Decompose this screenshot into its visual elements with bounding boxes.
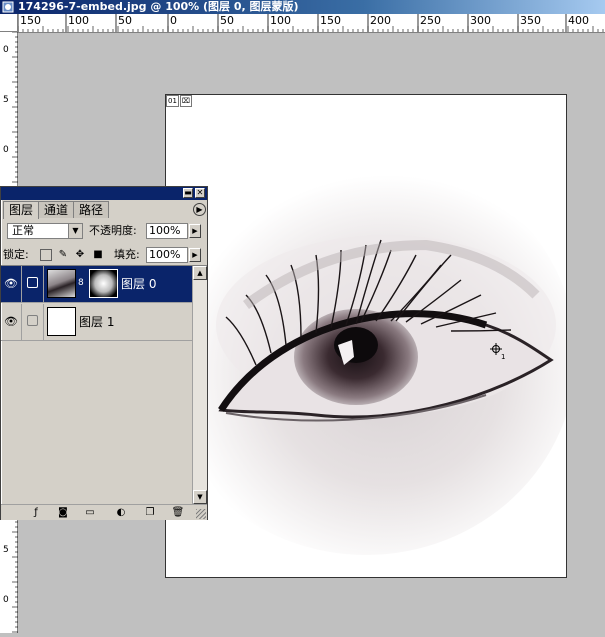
- layer-link-box[interactable]: [22, 266, 44, 302]
- close-panel-button[interactable]: ✕: [195, 188, 205, 198]
- scroll-up-button[interactable]: ▲: [193, 266, 207, 280]
- window-title: 174296-7-embed.jpg @ 100% (图层 0, 图层蒙版): [18, 0, 299, 13]
- sampler-crosshair-icon[interactable]: 1: [490, 343, 506, 363]
- photoshop-doc-icon: [2, 1, 14, 13]
- layers-panel[interactable]: ▬ ✕ 图层 通道 路径 ▶ 正常 ▼ 不透明度: 100% ▶ 锁定: ✎ ✥…: [0, 186, 208, 520]
- resize-grip[interactable]: [196, 509, 206, 519]
- ruler-label: 100: [270, 14, 291, 27]
- ruler-label: 50: [220, 14, 234, 27]
- window-titlebar[interactable]: 174296-7-embed.jpg @ 100% (图层 0, 图层蒙版): [0, 0, 605, 14]
- lock-label: 锁定:: [3, 248, 29, 261]
- badge-number: 01: [166, 95, 179, 107]
- layer-name[interactable]: 图层 0: [121, 266, 156, 302]
- horizontal-ruler[interactable]: 150 100 50 0 50 100 150 200 250 300 350 400: [17, 14, 605, 33]
- ruler-label: 400: [568, 14, 589, 27]
- fill-input[interactable]: 100%: [146, 247, 188, 263]
- ruler-label: 150: [20, 14, 41, 27]
- svg-text:1: 1: [501, 353, 505, 361]
- ruler-label: 5: [3, 545, 9, 555]
- lock-transparency-icon[interactable]: [40, 249, 52, 261]
- fill-label: 填充:: [114, 248, 140, 261]
- panel-tabs: 图层 通道 路径: [3, 201, 110, 219]
- badge-icon: ⌧: [179, 95, 192, 107]
- chain-link-icon[interactable]: 8: [78, 278, 84, 288]
- opacity-input[interactable]: 100%: [146, 223, 188, 239]
- chevron-down-icon[interactable]: ▼: [68, 224, 82, 238]
- scroll-down-button[interactable]: ▼: [193, 490, 207, 504]
- blend-row: 正常 ▼ 不透明度: 100% ▶: [3, 223, 205, 241]
- minimize-panel-button[interactable]: ▬: [183, 188, 193, 198]
- folder-icon[interactable]: ▭: [83, 506, 97, 519]
- adjustment-icon[interactable]: ◐: [114, 506, 128, 519]
- layer-thumbnail[interactable]: [47, 307, 76, 336]
- document-canvas[interactable]: 01 ⌧: [165, 94, 567, 578]
- eye-visibility-icon[interactable]: 👁: [1, 266, 22, 302]
- ruler-label: 0: [170, 14, 177, 27]
- panel-footer: ƒ ◙ ▭ ◐ ❐ 🗑: [1, 504, 207, 520]
- layer-row-1[interactable]: 👁 图层 1: [1, 304, 192, 341]
- ruler-origin[interactable]: [0, 14, 18, 32]
- layer-link-box[interactable]: [22, 304, 44, 340]
- eye-image: [166, 155, 566, 555]
- mask-icon[interactable]: ◙: [56, 506, 70, 519]
- fill-slider-button[interactable]: ▶: [189, 248, 201, 262]
- ruler-label: 100: [68, 14, 89, 27]
- tab-layers[interactable]: 图层: [3, 201, 40, 219]
- tab-paths[interactable]: 路径: [73, 201, 110, 218]
- layer-comp-badge: 01 ⌧: [166, 95, 192, 107]
- ruler-label: 350: [520, 14, 541, 27]
- trash-icon[interactable]: 🗑: [171, 506, 185, 519]
- layers-scrollbar[interactable]: ▲ ▼: [192, 266, 207, 504]
- horizontal-ruler-ticks: 150 100 50 0 50 100 150 200 250 300 350 400: [17, 14, 604, 32]
- ruler-label: 0: [3, 595, 9, 605]
- opacity-label: 不透明度:: [89, 224, 137, 237]
- lock-move-icon[interactable]: ✥: [74, 249, 86, 261]
- eye-visibility-icon[interactable]: 👁: [1, 304, 22, 340]
- ruler-label: 50: [118, 14, 132, 27]
- layer-row-0[interactable]: 👁 8 图层 0: [1, 266, 192, 303]
- opacity-slider-button[interactable]: ▶: [189, 224, 201, 238]
- layer-thumbnail[interactable]: [47, 269, 76, 298]
- panel-titlebar[interactable]: ▬ ✕: [1, 187, 207, 200]
- tab-channels[interactable]: 通道: [38, 201, 75, 218]
- ruler-label: 5: [3, 95, 9, 105]
- ruler-label: 0: [3, 145, 9, 155]
- lock-brush-icon[interactable]: ✎: [57, 249, 69, 261]
- layer-style-icon[interactable]: ƒ: [29, 506, 43, 519]
- panel-menu-button[interactable]: ▶: [193, 203, 206, 216]
- ruler-label: 250: [420, 14, 441, 27]
- blend-mode-value: 正常: [12, 224, 34, 237]
- ruler-label: 150: [320, 14, 341, 27]
- ruler-label: 200: [370, 14, 391, 27]
- new-layer-icon[interactable]: ❐: [143, 506, 157, 519]
- lock-row: 锁定: ✎ ✥ ■ 填充: 100% ▶: [3, 247, 205, 265]
- layer-mask-thumbnail[interactable]: [89, 269, 118, 298]
- ruler-label: 0: [3, 45, 9, 55]
- lock-all-icon[interactable]: ■: [92, 249, 104, 261]
- layer-name[interactable]: 图层 1: [79, 304, 114, 340]
- ruler-label: 300: [470, 14, 491, 27]
- blend-mode-select[interactable]: 正常 ▼: [7, 223, 83, 239]
